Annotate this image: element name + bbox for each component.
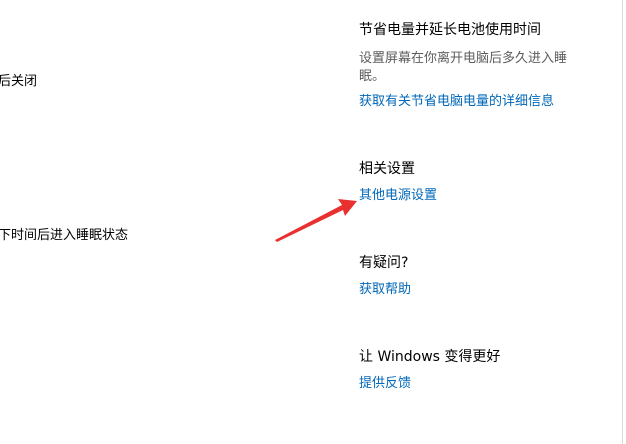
power-sleep-settings-page: 后关闭 下时间后进入睡眠状态 节省电量并延长电池使用时间 设置屏幕在你离开电脑后… <box>0 0 626 444</box>
window-edge-divider <box>622 0 623 444</box>
annotation-arrow-icon <box>275 199 357 242</box>
